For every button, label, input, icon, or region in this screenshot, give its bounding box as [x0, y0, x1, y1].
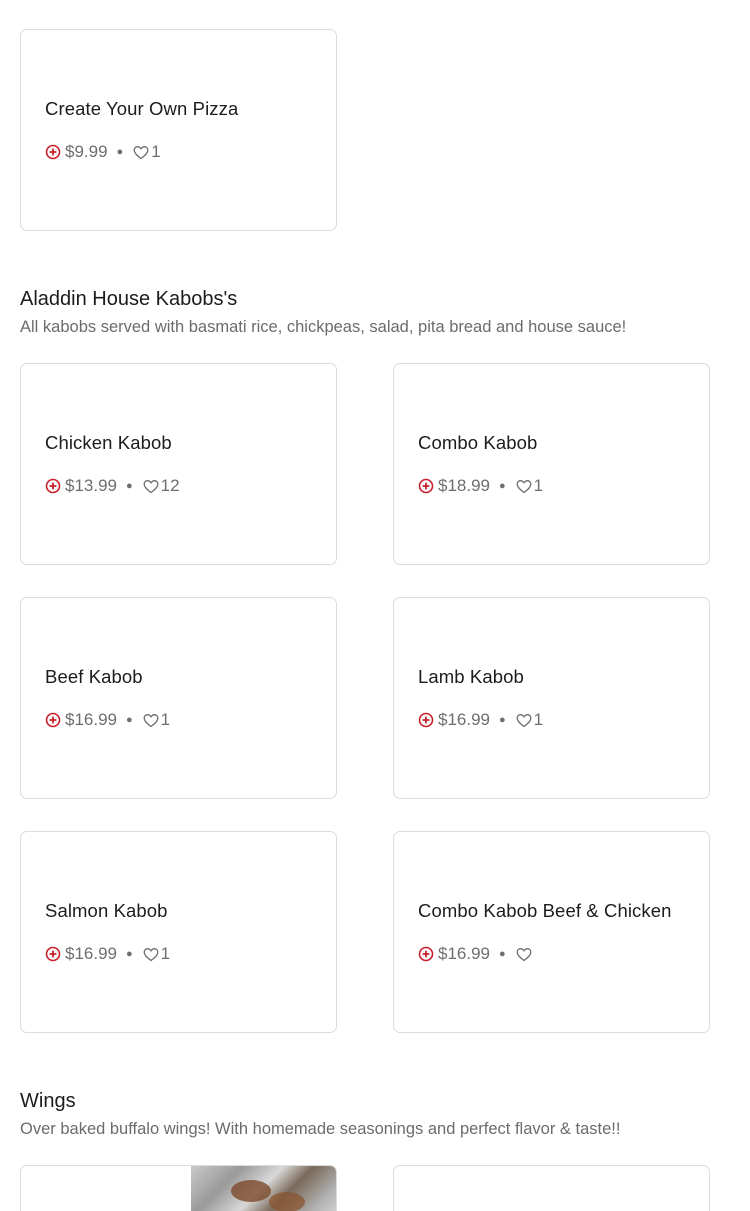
menu-item-likes: 1	[160, 710, 171, 729]
menu-item-price: $16.99	[65, 710, 117, 729]
menu-item-price: $9.99	[65, 142, 108, 161]
menu-item-meta: $9.99 ● 1	[45, 142, 161, 162]
menu-item-meta: $18.99 ● 1	[418, 476, 543, 496]
menu-item-meta: $16.99 ● 1	[418, 710, 543, 730]
heart-outline-icon[interactable]	[143, 479, 159, 494]
section-description-kabobs: All kabobs served with basmati rice, chi…	[20, 318, 627, 336]
menu-item-likes: 1	[160, 944, 171, 963]
plus-circle-icon[interactable]	[45, 946, 61, 962]
menu-item-meta: $16.99 ● 1	[45, 944, 170, 964]
plus-circle-icon[interactable]	[45, 144, 61, 160]
menu-item-meta: $16.99 ● 1	[45, 710, 170, 730]
menu-item-card[interactable]: Combo Kabob Beef & Chicken $16.99 ●	[393, 831, 710, 1033]
plus-circle-icon[interactable]	[418, 946, 434, 962]
separator-dot: ●	[499, 713, 506, 726]
section-title-wings: Wings	[20, 1090, 76, 1112]
menu-item-meta: $16.99 ●	[418, 944, 534, 964]
menu-item-name: Beef Kabob	[45, 666, 143, 687]
heart-outline-icon[interactable]	[133, 145, 149, 160]
section-description-wings: Over baked buffalo wings! With homemade …	[20, 1120, 621, 1138]
menu-item-price: $16.99	[438, 944, 490, 963]
menu-item-price: $13.99	[65, 476, 117, 495]
menu-item-card[interactable]: Chicken Kabob $13.99 ● 12	[20, 363, 337, 565]
plus-circle-icon[interactable]	[418, 712, 434, 728]
heart-outline-icon[interactable]	[143, 947, 159, 962]
menu-item-card[interactable]: Beef Kabob $16.99 ● 1	[20, 597, 337, 799]
plus-circle-icon[interactable]	[45, 478, 61, 494]
heart-outline-icon[interactable]	[143, 713, 159, 728]
plus-circle-icon[interactable]	[418, 478, 434, 494]
section-title-kabobs: Aladdin House Kabobs's	[20, 288, 238, 310]
menu-item-likes: 1	[533, 476, 544, 495]
heart-outline-icon[interactable]	[516, 479, 532, 494]
menu-item-card[interactable]	[20, 1165, 337, 1211]
photo-detail	[269, 1192, 305, 1211]
menu-item-card[interactable]: Lamb Kabob $16.99 ● 1	[393, 597, 710, 799]
menu-item-price: $18.99	[438, 476, 490, 495]
separator-dot: ●	[126, 713, 133, 726]
menu-item-photo	[191, 1166, 336, 1211]
menu-item-likes: 1	[151, 142, 161, 161]
menu-item-name: Salmon Kabob	[45, 900, 168, 921]
menu-item-name: Lamb Kabob	[418, 666, 524, 687]
menu-item-name: Combo Kabob	[418, 432, 538, 453]
heart-outline-icon[interactable]	[516, 713, 532, 728]
menu-item-card[interactable]	[393, 1165, 710, 1211]
photo-detail	[231, 1180, 271, 1202]
separator-dot: ●	[126, 479, 133, 492]
menu-item-card-pizza[interactable]: Create Your Own Pizza $9.99 ● 1	[20, 29, 337, 231]
menu-item-name: Chicken Kabob	[45, 432, 172, 453]
menu-item-name: Combo Kabob Beef & Chicken	[418, 900, 672, 921]
plus-circle-icon[interactable]	[45, 712, 61, 728]
separator-dot: ●	[499, 479, 506, 492]
menu-item-card[interactable]: Combo Kabob $18.99 ● 1	[393, 363, 710, 565]
menu-item-price: $16.99	[438, 710, 490, 729]
menu-item-likes: 1	[533, 710, 544, 729]
menu-item-meta: $13.99 ● 12	[45, 476, 180, 496]
menu-item-likes: 12	[160, 476, 180, 495]
separator-dot: ●	[116, 145, 124, 158]
separator-dot: ●	[126, 947, 133, 960]
heart-outline-icon[interactable]	[516, 947, 532, 962]
menu-item-price: $16.99	[65, 944, 117, 963]
menu-item-name: Create Your Own Pizza	[45, 98, 239, 119]
separator-dot: ●	[499, 947, 506, 960]
menu-item-card[interactable]: Salmon Kabob $16.99 ● 1	[20, 831, 337, 1033]
